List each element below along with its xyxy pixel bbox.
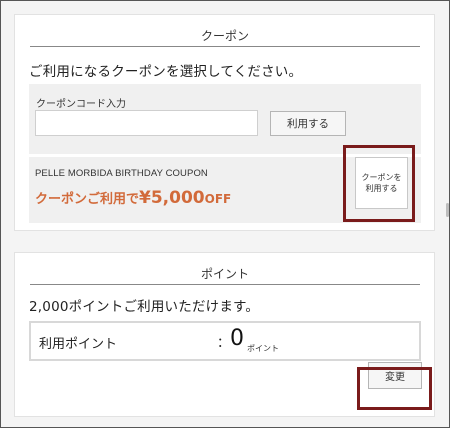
points-section-title: ポイント xyxy=(200,267,249,281)
coupon-offer: クーポンご利用で¥5,000OFF xyxy=(35,188,231,208)
apply-coupon-button[interactable]: クーポンを 利用する xyxy=(355,157,408,209)
coupon-code-panel: クーポンコード入力 利用する xyxy=(29,84,421,154)
coupon-card: クーポン ご利用になるクーポンを選択してください。 クーポンコード入力 利用する… xyxy=(14,14,435,231)
change-points-button[interactable]: 変更 xyxy=(368,362,422,389)
coupon-code-use-button[interactable]: 利用する xyxy=(270,111,346,136)
points-input-row[interactable]: 利用ポイント ： 0 ポイント xyxy=(29,321,421,361)
coupon-intro-text: ご利用になるクーポンを選択してください。 xyxy=(29,64,303,80)
points-label: 利用ポイント xyxy=(39,337,118,352)
scrollbar-thumb[interactable] xyxy=(446,203,449,217)
points-available-text: 2,000ポイントご利用いただけます。 xyxy=(29,299,260,315)
points-separator: ： xyxy=(217,336,231,351)
coupon-code-label: クーポンコード入力 xyxy=(36,99,126,110)
points-unit: ポイント xyxy=(247,344,279,353)
coupon-offer-prefix: クーポンご利用で xyxy=(35,192,140,207)
coupon-offer-amount: ¥5,000 xyxy=(139,188,205,208)
points-title-divider xyxy=(30,284,420,285)
points-value: 0 xyxy=(230,326,244,351)
coupon-title-divider xyxy=(30,46,420,47)
coupon-section-title: クーポン xyxy=(200,29,249,43)
coupon-name: PELLE MORBIDA BIRTHDAY COUPON xyxy=(35,168,208,179)
points-card: ポイント 2,000ポイントご利用いただけます。 利用ポイント ： 0 ポイント… xyxy=(14,252,435,417)
coupon-code-input[interactable] xyxy=(35,110,258,136)
coupon-offer-suffix: OFF xyxy=(204,192,232,206)
